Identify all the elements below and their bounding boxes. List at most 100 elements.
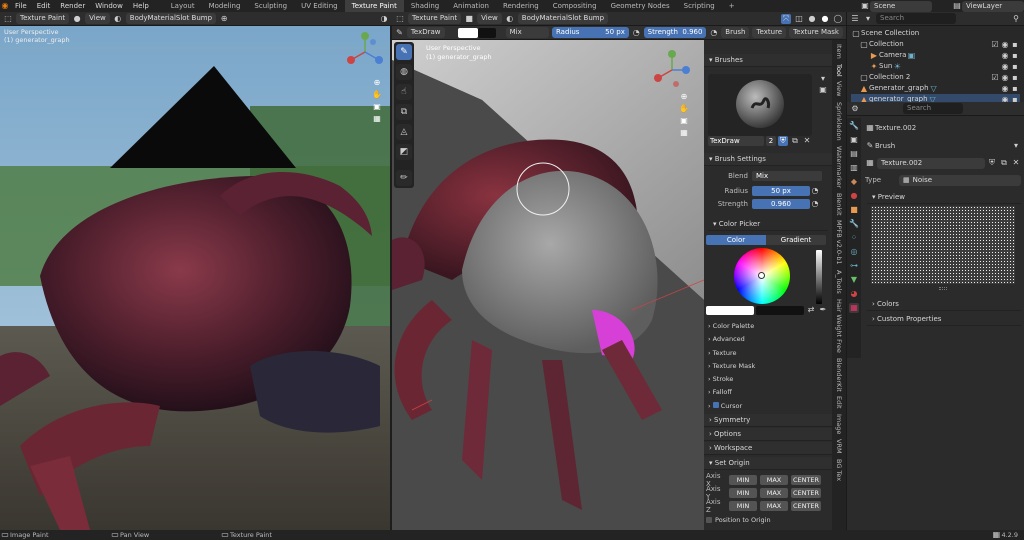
snap-icon[interactable]: ⊕ — [219, 14, 229, 24]
secondary-color[interactable] — [756, 305, 804, 315]
smear-icon[interactable]: ☝ — [396, 84, 412, 100]
rendered-shading-icon[interactable]: ◯ — [833, 14, 843, 24]
menu-render[interactable]: Render — [55, 2, 90, 10]
brush-selector[interactable]: TexDraw — [406, 27, 445, 38]
shading-ball-icon[interactable]: ● — [72, 14, 82, 24]
subpanel-stroke[interactable]: › Stroke — [708, 373, 832, 386]
custom-properties-header[interactable]: › Custom Properties — [867, 313, 1021, 326]
solid-shading-icon[interactable]: ● — [807, 14, 817, 24]
collection-2-camera-icon[interactable]: ▪ — [1010, 73, 1020, 83]
clone-icon[interactable]: ⧉ — [396, 104, 412, 120]
outliner-row-camera[interactable]: ▶ Camera ▣ ◉ ▪ — [851, 50, 1020, 61]
outliner-row-collection[interactable]: ▢ Collection ☑ ◉ ▪ — [851, 39, 1020, 50]
workspace-header[interactable]: › Workspace — [704, 442, 832, 455]
data-props-icon[interactable]: ▼ — [849, 275, 859, 285]
tab-scripting[interactable]: Scripting — [677, 0, 722, 12]
color-swatch-white[interactable] — [458, 28, 478, 38]
tab-item[interactable]: Item — [835, 44, 843, 59]
tab-watermarker[interactable]: Watermarker — [835, 146, 843, 188]
subpanel-cursor[interactable]: › Cursor — [708, 400, 832, 413]
xray-icon[interactable]: ◫ — [794, 14, 804, 24]
preview-header[interactable]: ▾ Preview — [867, 191, 1021, 204]
particles-props-icon[interactable]: ⁘ — [849, 233, 859, 243]
subpanel-texture[interactable]: › Texture — [708, 347, 832, 360]
collection-eye-icon[interactable]: ◉ — [1000, 40, 1010, 50]
annotate-icon[interactable]: ✏ — [396, 170, 412, 186]
tab-geometry-nodes[interactable]: Geometry Nodes — [604, 0, 677, 12]
output-props-icon[interactable]: ▤ — [849, 149, 859, 159]
axis-x-center-button[interactable]: CENTER — [791, 475, 821, 485]
brush-menu[interactable]: Brush — [721, 27, 750, 38]
tab-modeling[interactable]: Modeling — [202, 0, 248, 12]
options-header[interactable]: › Options — [704, 428, 832, 441]
zoom-icon[interactable]: ⊕ — [372, 78, 382, 88]
outliner-row-collection-2[interactable]: ▢ Collection 2 ☑ ◉ ▪ — [851, 72, 1020, 83]
overlay-toggle-icon[interactable]: ⤧ — [781, 13, 791, 24]
soften-icon[interactable]: ◍ — [396, 64, 412, 80]
modifier-props-icon[interactable]: 🔧 — [849, 219, 859, 229]
tab-sprinkledon[interactable]: Sprinkledon — [835, 102, 843, 141]
tab-bg-tex[interactable]: BG Tex — [835, 459, 843, 481]
material-props-icon[interactable]: ◕ — [849, 289, 859, 299]
mid-slot-dropdown[interactable]: BodyMaterialSlot Bump — [517, 13, 609, 24]
tab-compositing[interactable]: Compositing — [546, 0, 604, 12]
set-origin-header[interactable]: ▾ Set Origin — [704, 457, 832, 470]
swap-colors-icon[interactable]: ⇄ — [806, 305, 816, 315]
tab-layout[interactable]: Layout — [164, 0, 202, 12]
texture-menu[interactable]: Texture — [752, 27, 787, 38]
brush-name-field[interactable]: TexDraw — [708, 136, 764, 146]
tab-vrm[interactable]: VRM — [835, 439, 843, 454]
collection-camera-icon[interactable]: ▪ — [1010, 40, 1020, 50]
left-mode-dropdown[interactable]: Texture Paint — [16, 13, 70, 24]
grid-icon[interactable]: ▦ — [372, 114, 382, 124]
outliner-row-generator-graph-1[interactable]: ▲ Generator_graph ▽ ◉ ▪ — [851, 83, 1020, 94]
duplicate-brush-icon[interactable]: ⧉ — [790, 136, 800, 146]
mid-mode-icon[interactable]: ■ — [464, 14, 474, 24]
axis-z-center-button[interactable]: CENTER — [791, 501, 821, 511]
material-shading-icon[interactable]: ● — [820, 14, 830, 24]
tab-rendering[interactable]: Rendering — [496, 0, 546, 12]
npanel-radius-pressure-icon[interactable]: ◔ — [810, 186, 820, 196]
outliner-editor-icon[interactable]: ☰ — [850, 14, 860, 24]
texture-name-field[interactable]: Texture.002 — [877, 157, 985, 169]
brush-settings-header[interactable]: ▾ Brush Settings — [704, 153, 832, 166]
axis-x-min-button[interactable]: MIN — [729, 475, 757, 485]
brushes-section-header[interactable]: ▾ Brushes — [704, 54, 832, 67]
tab-animation[interactable]: Animation — [446, 0, 496, 12]
outliner-search[interactable]: Search — [876, 13, 956, 24]
color-picker-header[interactable]: ▾ Color Picker — [708, 218, 828, 231]
view-layer-props-icon[interactable]: ▥ — [849, 163, 859, 173]
tab-view[interactable]: View — [835, 81, 843, 96]
object-props-icon[interactable]: ■ — [849, 205, 859, 215]
properties-search[interactable]: Search — [903, 103, 963, 114]
texture-unlink-icon[interactable]: ✕ — [1011, 158, 1021, 168]
subpanel-color-palette[interactable]: › Color Palette — [708, 320, 832, 333]
tab-hair-weight[interactable]: Hair Weight Free — [835, 299, 843, 353]
brush-tool-icon[interactable]: ✎ — [395, 28, 404, 38]
world-props-icon[interactable]: ● — [849, 191, 859, 201]
constraints-props-icon[interactable]: ⊶ — [849, 261, 859, 271]
collection-checkbox-icon[interactable]: ☑ — [990, 40, 1000, 50]
outliner-row-sun[interactable]: ✦ Sun ☀ ◉ ▪ — [851, 61, 1020, 72]
tab-sculpting[interactable]: Sculpting — [247, 0, 294, 12]
add-workspace-button[interactable]: + — [722, 0, 742, 12]
preview-resize-handle[interactable] — [939, 287, 947, 290]
menu-window[interactable]: Window — [90, 2, 128, 10]
axis-z-min-button[interactable]: MIN — [729, 501, 757, 511]
value-slider[interactable] — [816, 250, 822, 304]
camera-view-icon[interactable]: ▣ — [372, 102, 382, 112]
tool-props-icon[interactable]: 🔧 — [849, 121, 859, 131]
left-slot-dropdown[interactable]: BodyMaterialSlot Bump — [125, 13, 217, 24]
left-viewport[interactable]: User Perspective (1) generator_graph ⊕ ✋… — [0, 26, 390, 530]
pan-hand-icon[interactable]: ✋ — [372, 90, 382, 100]
mid-viewport[interactable]: User Perspective (1) generator_graph ✎ ◍… — [392, 40, 704, 530]
generator-1-render-icon[interactable]: ▪ — [1010, 84, 1020, 94]
scene-props-icon[interactable]: ◆ — [849, 177, 859, 187]
texture-props-icon[interactable]: ▦ — [849, 303, 859, 313]
render-props-icon[interactable]: ▣ — [849, 135, 859, 145]
physics-props-icon[interactable]: ◎ — [849, 247, 859, 257]
color-swatch-black[interactable] — [478, 28, 496, 38]
display-mode-icon[interactable]: ▾ — [863, 14, 873, 24]
mid-mode-dropdown[interactable]: Texture Paint — [408, 13, 462, 24]
symmetry-header[interactable]: › Symmetry — [704, 414, 832, 427]
